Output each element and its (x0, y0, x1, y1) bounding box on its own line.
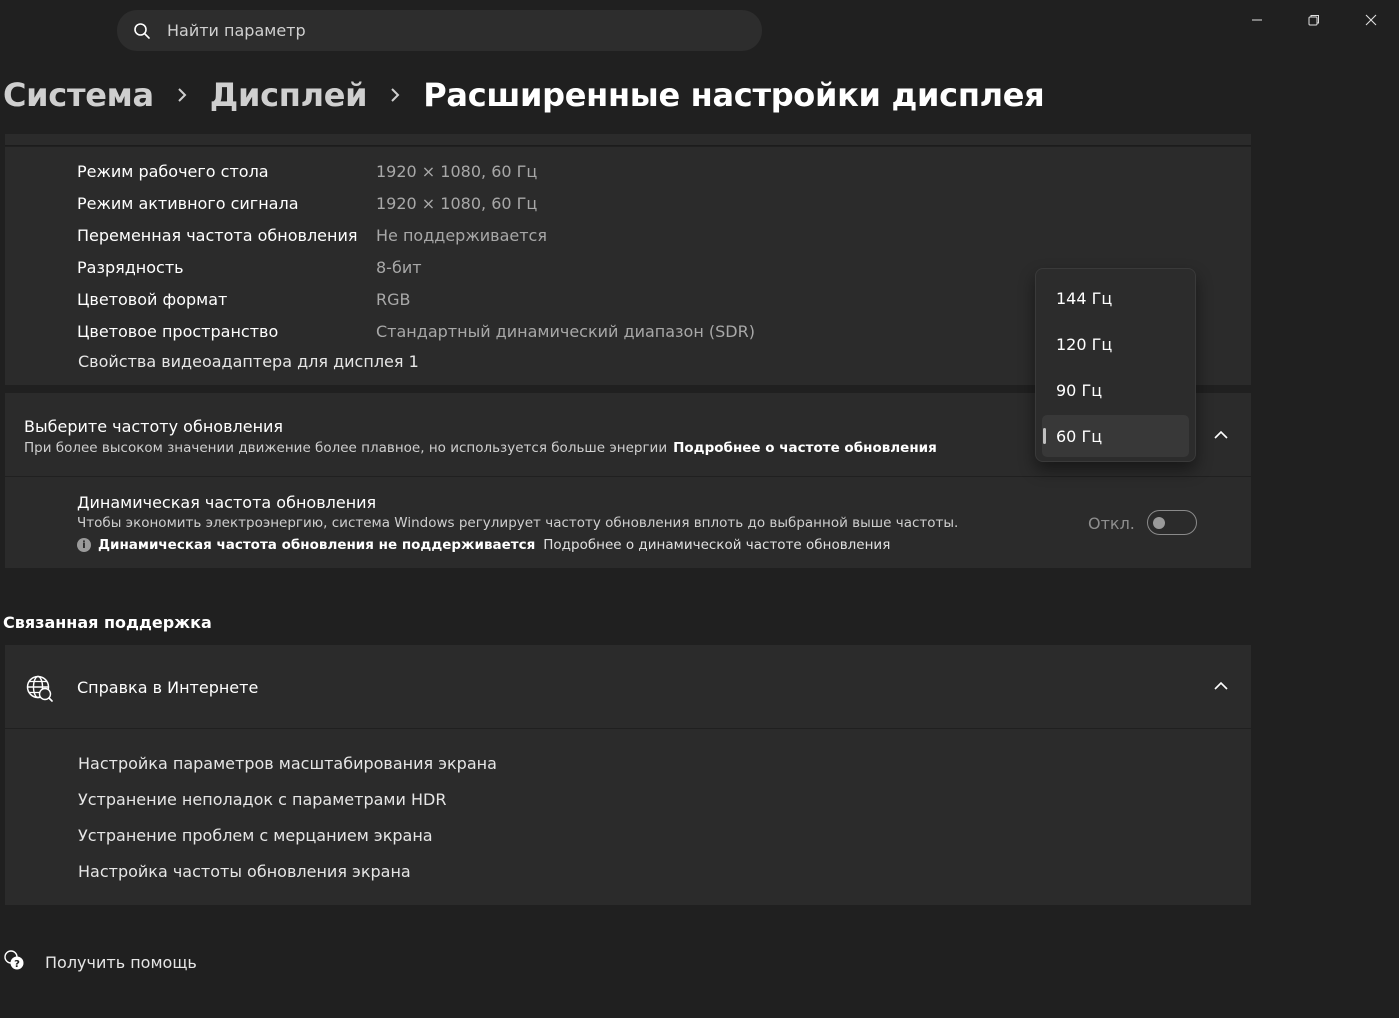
info-value: Стандартный динамический диапазон (SDR) (376, 321, 755, 341)
globe-icon (25, 674, 53, 706)
support-links-card: Настройка параметров масштабирования экр… (5, 729, 1251, 905)
info-value: Не поддерживается (376, 225, 547, 245)
get-help-link[interactable]: ? Получить помощь (3, 949, 197, 975)
info-row: Переменная частота обновления Не поддерж… (77, 223, 547, 247)
help-icon: ? (3, 949, 25, 975)
dynamic-refresh-description: Чтобы экономить электроэнергию, система … (77, 515, 959, 531)
info-icon: i (77, 538, 91, 552)
svg-text:?: ? (14, 959, 20, 970)
chevron-right-icon (176, 87, 188, 103)
support-link[interactable]: Настройка параметров масштабирования экр… (78, 754, 497, 773)
dynamic-refresh-title: Динамическая частота обновления (77, 493, 377, 512)
info-label: Режим активного сигнала (77, 193, 299, 213)
info-value: 1920 × 1080, 60 Гц (376, 193, 538, 213)
collapse-button[interactable] (1211, 676, 1231, 696)
minimize-button[interactable] (1237, 6, 1277, 34)
dynamic-refresh-unsupported: Динамическая частота обновления не подде… (98, 537, 536, 553)
toggle-state-label: Откл. (1088, 514, 1135, 533)
chevron-up-icon (1214, 681, 1228, 690)
info-row: Цветовое пространство Стандартный динами… (77, 319, 755, 343)
dropdown-option[interactable]: 144 Гц (1042, 277, 1189, 319)
info-value: RGB (376, 289, 411, 309)
dynamic-refresh-learn-more-link[interactable]: Подробнее о динамической частоте обновле… (543, 537, 890, 553)
dynamic-refresh-card: Динамическая частота обновления Чтобы эк… (5, 477, 1251, 568)
get-help-label: Получить помощь (45, 952, 197, 972)
info-value: 1920 × 1080, 60 Гц (376, 161, 538, 181)
refresh-rate-description-text: При более высоком значении движение боле… (24, 440, 668, 456)
info-value: 8-бит (376, 257, 422, 277)
support-link[interactable]: Устранение неполадок с параметрами HDR (78, 790, 446, 809)
toggle-knob (1153, 517, 1165, 529)
minimize-icon (1252, 19, 1262, 21)
info-label: Цветовое пространство (77, 321, 279, 341)
info-row: Режим активного сигнала 1920 × 1080, 60 … (77, 191, 537, 215)
breadcrumb-item-display[interactable]: Дисплей (210, 76, 368, 114)
refresh-rate-description: При более высоком значении движение боле… (24, 440, 937, 456)
dynamic-refresh-toggle[interactable] (1147, 510, 1197, 535)
support-link[interactable]: Устранение проблем с мерцанием экрана (78, 826, 433, 845)
info-label: Режим рабочего стола (77, 161, 269, 181)
close-icon (1365, 14, 1377, 26)
search-icon (133, 22, 151, 40)
restore-icon (1308, 15, 1319, 26)
breadcrumb: Система Дисплей Расширенные настройки ди… (3, 72, 1045, 118)
support-link[interactable]: Настройка частоты обновления экрана (78, 862, 411, 881)
search-input[interactable]: Найти параметр (167, 21, 306, 40)
info-card-header (5, 134, 1251, 146)
info-label: Цветовой формат (77, 289, 228, 309)
chevron-right-icon (389, 87, 401, 103)
restore-button[interactable] (1294, 6, 1334, 34)
adapter-properties-link[interactable]: Свойства видеоадаптера для дисплея 1 (78, 352, 419, 371)
page-title: Расширенные настройки дисплея (423, 76, 1045, 114)
info-label: Разрядность (77, 257, 184, 277)
collapse-button[interactable] (1211, 425, 1231, 445)
search-box[interactable]: Найти параметр (117, 10, 762, 51)
refresh-rate-learn-more-link[interactable]: Подробнее о частоте обновления (673, 440, 937, 456)
selection-indicator (1043, 428, 1046, 444)
refresh-rate-title: Выберите частоту обновления (24, 417, 284, 436)
info-label: Переменная частота обновления (77, 225, 358, 245)
dropdown-option-selected[interactable]: 60 Гц (1042, 415, 1189, 457)
related-support-heading: Связанная поддержка (3, 613, 212, 632)
close-button[interactable] (1351, 6, 1391, 34)
info-row: Режим рабочего стола 1920 × 1080, 60 Гц (77, 159, 537, 183)
dynamic-refresh-note: i Динамическая частота обновления не под… (77, 537, 890, 553)
breadcrumb-item-system[interactable]: Система (3, 76, 154, 114)
info-row: Разрядность 8-бит (77, 255, 422, 279)
online-help-title: Справка в Интернете (77, 678, 259, 697)
online-help-card[interactable]: Справка в Интернете (5, 645, 1251, 728)
dropdown-option[interactable]: 90 Гц (1042, 369, 1189, 411)
chevron-up-icon (1214, 430, 1228, 439)
info-row: Цветовой формат RGB (77, 287, 411, 311)
dropdown-option-label: 60 Гц (1056, 426, 1103, 446)
refresh-rate-dropdown[interactable]: 144 Гц 120 Гц 90 Гц 60 Гц (1035, 268, 1196, 462)
dropdown-option[interactable]: 120 Гц (1042, 323, 1189, 365)
